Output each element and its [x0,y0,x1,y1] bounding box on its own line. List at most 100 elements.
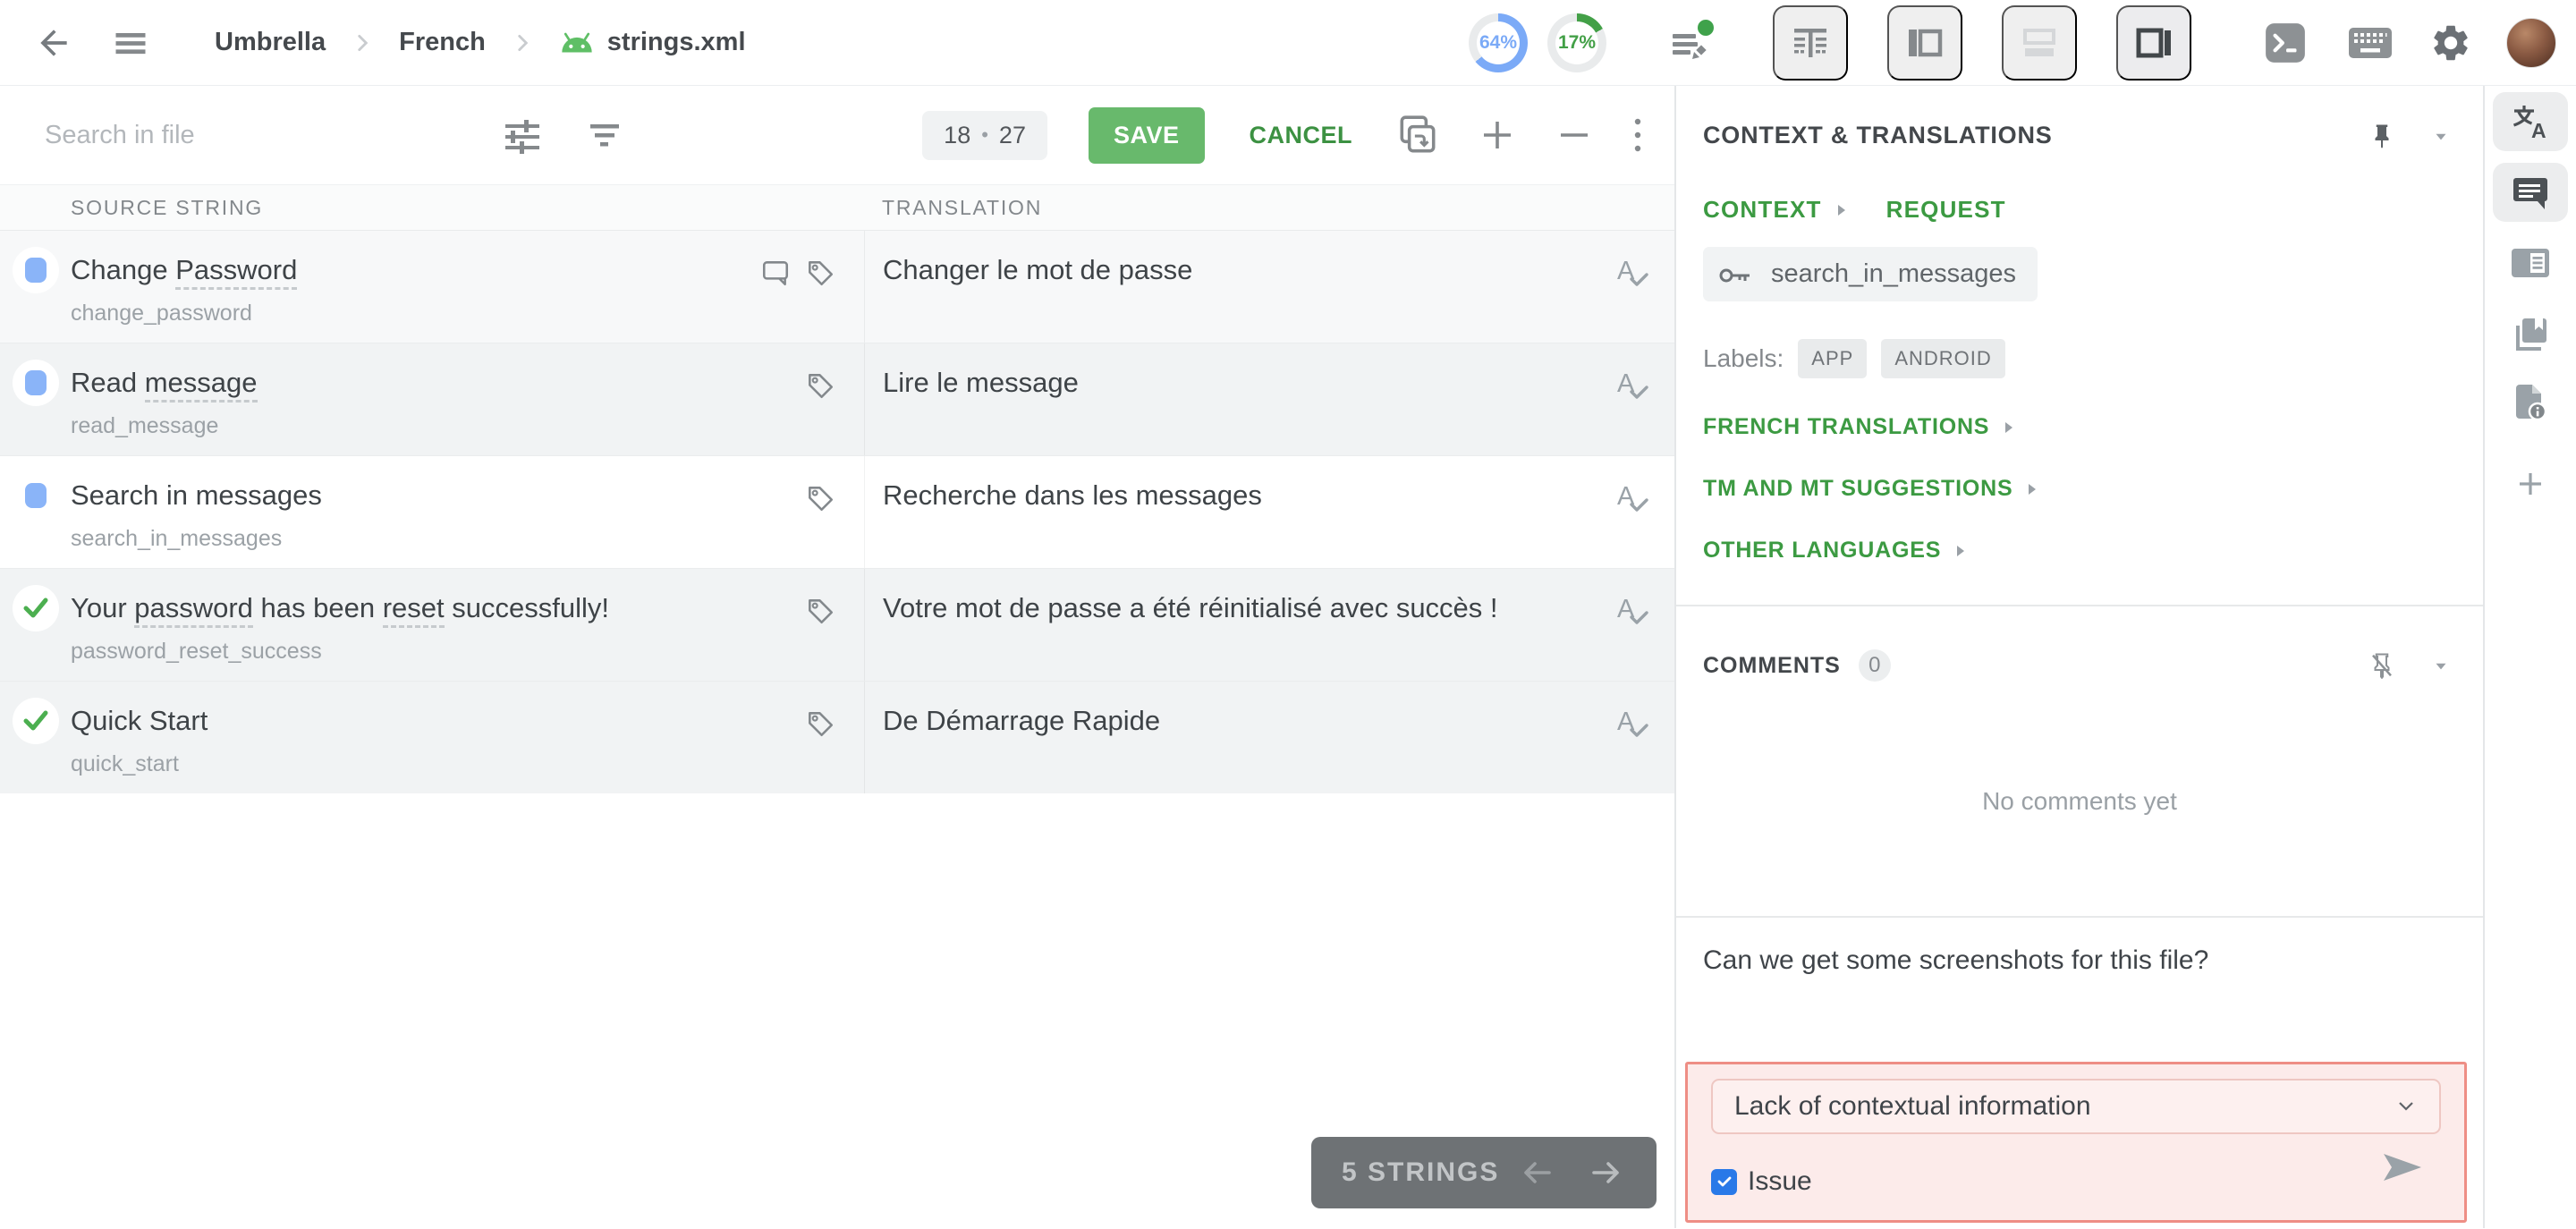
tab-context[interactable]: CONTEXT [1703,196,1849,224]
breadcrumb-project[interactable]: Umbrella [215,28,326,57]
section-other-languages[interactable]: OTHER LANGUAGES [1703,538,2483,564]
cancel-button[interactable]: CANCEL [1250,122,1353,149]
approve-translation-icon[interactable]: A [1610,590,1651,681]
issue-type-select[interactable]: Lack of contextual information [1711,1079,2441,1134]
string-key-pill[interactable]: search_in_messages [1703,247,2038,301]
send-comment-button[interactable] [2378,1143,2427,1191]
tag-icon[interactable] [805,370,835,455]
view-mode-right-panel-button[interactable] [2116,4,2191,81]
section-tm-mt-suggestions[interactable]: TM AND MT SUGGESTIONS [1703,476,2483,502]
view-mode-left-panel-button[interactable] [1887,4,1962,81]
keyboard-shortcuts-button[interactable] [2347,23,2394,63]
search-input[interactable] [45,120,438,150]
android-icon [559,31,595,55]
table-row[interactable]: Quick Start quick_start De Démarrage Rap… [0,681,1674,793]
table-row[interactable]: Change Password change_password Changer … [0,231,1674,343]
file-info-icon [2511,383,2550,422]
section-label: TM AND MT SUGGESTIONS [1703,476,2013,501]
sidebar-item-context-card[interactable] [2493,243,2568,283]
unpin-icon [2368,652,2395,679]
filter-icon [583,114,626,157]
breadcrumb-language[interactable]: French [399,28,486,57]
issue-type-value: Lack of contextual information [1734,1091,2091,1121]
status-icon [12,472,59,519]
issue-checkbox[interactable] [1711,1168,1737,1195]
add-string-button[interactable] [1476,114,1519,157]
table-row[interactable]: Search in messages search_in_messages Re… [0,455,1674,568]
comment-input[interactable]: Can we get some screenshots for this fil… [1676,918,2483,1025]
more-options-button[interactable] [1631,114,1644,156]
previous-page-button[interactable] [1517,1153,1556,1192]
source-string-text: Change Password [71,252,759,290]
copy-source-button[interactable] [1395,113,1440,157]
view-mode-bottom-panel-button[interactable] [2002,4,2077,81]
tag-icon[interactable] [805,708,835,793]
table-row[interactable]: Read message read_message Lire le messag… [0,343,1674,455]
tab-request[interactable]: REQUEST [1886,196,2006,224]
chevron-right-icon [511,31,534,55]
status-translated-icon [24,370,47,395]
translation-text: De Démarrage Rapide [883,705,1161,736]
translate-icon: A [2510,101,2551,142]
arrow-left-icon [1517,1153,1556,1192]
sidebar-item-add-panel[interactable] [2493,469,2568,499]
breadcrumb-file[interactable]: strings.xml [607,28,746,57]
user-avatar[interactable] [2506,17,2556,68]
sidebar-item-comments[interactable] [2493,163,2568,222]
comments-title: COMMENTS [1703,652,1841,678]
section-french-translations[interactable]: FRENCH TRANSLATIONS [1703,414,2483,440]
remove-string-button[interactable] [1553,114,1596,157]
strings-list: Change Password change_password Changer … [0,231,1674,793]
approve-translation-icon[interactable]: A [1610,703,1651,793]
chevron-down-icon [2431,656,2451,675]
section-label: FRENCH TRANSLATIONS [1703,414,1990,439]
pin-panel-button[interactable] [2368,123,2395,149]
activity-button[interactable] [1665,18,1716,68]
sidebar-item-glossary[interactable] [2493,315,2568,354]
next-page-button[interactable] [1587,1153,1626,1192]
right-panel-view-icon [2133,22,2174,64]
menu-button[interactable] [111,23,150,63]
settings-button[interactable] [2429,21,2472,64]
gear-icon [2429,21,2472,64]
string-key: quick_start [71,751,179,776]
tag-icon[interactable] [805,596,835,681]
svg-text:A: A [2531,119,2546,142]
approval-progress-ring[interactable]: 17% [1547,13,1606,72]
comment-bubble-icon[interactable] [760,258,791,343]
pages-bookmark-icon [2511,315,2550,354]
approve-translation-icon[interactable]: A [1610,478,1651,568]
sidebar-item-file-info[interactable] [2493,383,2568,422]
issue-checkbox-label: Issue [1748,1166,1812,1196]
triangle-right-icon [2025,480,2039,498]
collapse-comments-button[interactable] [2431,656,2451,675]
save-button[interactable]: SAVE [1088,106,1205,164]
approve-translation-icon[interactable]: A [1610,252,1651,343]
console-button[interactable] [2263,21,2308,65]
translation-text: Changer le mot de passe [883,254,1193,285]
translation-progress-ring[interactable]: 64% [1469,13,1528,72]
filter-button[interactable] [583,114,626,157]
chevron-right-icon [351,31,374,55]
collapse-panel-button[interactable] [2431,126,2451,146]
translation-text: Lire le message [883,367,1079,398]
status-icon [12,247,59,293]
approve-translation-icon[interactable]: A [1610,365,1651,455]
label-badge: APP [1798,339,1868,378]
panel-title: CONTEXT & TRANSLATIONS [1703,122,2053,148]
string-key: search_in_messages [71,526,283,551]
editor-pane: 18 • 27 SAVE CANCEL SOURCE STRING TRANSLAT… [0,86,1676,1228]
advanced-filter-button[interactable] [501,114,544,157]
tag-icon[interactable] [805,483,835,568]
arrow-right-icon [1587,1153,1626,1192]
view-mode-side-by-side-button[interactable] [1773,4,1848,81]
counter-separator: • [981,123,988,146]
card-icon [2510,247,2551,279]
terminal-icon [2263,21,2308,65]
table-row[interactable]: Your password has been reset successfull… [0,568,1674,681]
sidebar-item-translations[interactable]: A [2493,92,2568,151]
tag-icon[interactable] [805,258,835,343]
unpin-comments-button[interactable] [2368,652,2395,679]
back-button[interactable] [34,23,73,63]
top-bar: Umbrella French strings.xml 64% 17% [0,0,2576,86]
